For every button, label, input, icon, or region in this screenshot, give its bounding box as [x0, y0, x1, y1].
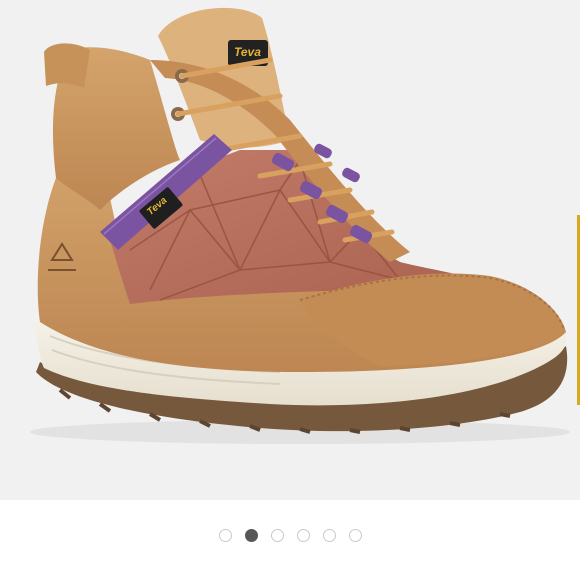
tongue-brand-logo: Teva	[234, 45, 261, 59]
carousel-pager	[0, 500, 580, 580]
pager-dot-5[interactable]	[322, 528, 336, 542]
boot-illustration	[30, 7, 570, 444]
product-image[interactable]: Teva Teva	[0, 0, 580, 500]
product-image-viewer: Teva Teva	[0, 0, 580, 580]
pager-dot-4[interactable]	[296, 528, 310, 542]
pager-dot-6[interactable]	[348, 528, 362, 542]
pager-dot-3[interactable]	[270, 528, 284, 542]
pager-dot-1[interactable]	[218, 528, 232, 542]
pager-dot-2-active[interactable]	[244, 528, 258, 542]
